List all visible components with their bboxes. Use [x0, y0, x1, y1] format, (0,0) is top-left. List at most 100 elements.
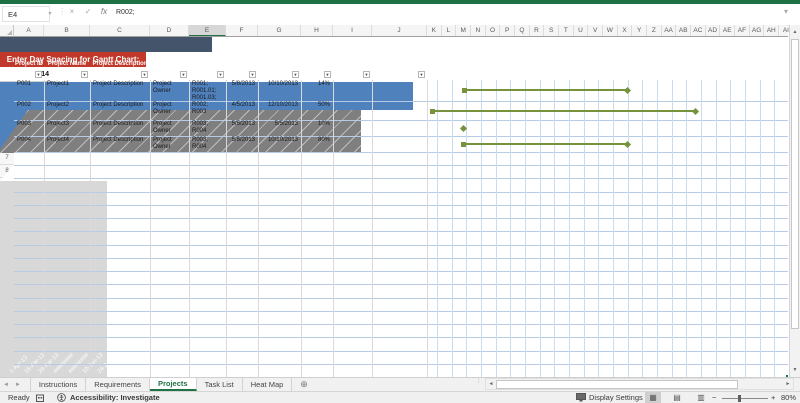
zoom-level[interactable]: 80%: [781, 392, 796, 403]
cell-D3[interactable]: Project Owner: [150, 81, 186, 100]
column-header-AD[interactable]: AD: [706, 25, 721, 36]
column-header-AF[interactable]: AF: [735, 25, 750, 36]
cell-D6[interactable]: Project Owner: [150, 137, 186, 151]
column-header-R[interactable]: R: [530, 25, 545, 36]
column-headers[interactable]: ABCDEFGHIJKLMNOPQRSTUVWXYZAAABACADAEAFAG…: [0, 25, 788, 37]
cell-F3[interactable]: 5/8/2013: [226, 81, 255, 100]
enter-icon[interactable]: ✓: [82, 7, 94, 16]
cell-A6[interactable]: P004: [14, 137, 41, 151]
horizontal-scroll-thumb[interactable]: [496, 380, 738, 389]
filter-button-F[interactable]: ▼: [249, 71, 256, 78]
formula-input[interactable]: R002;: [116, 9, 135, 16]
cell-E3[interactable]: R001; R001.01; R001.03;: [189, 81, 223, 100]
cell-D4[interactable]: Project Owner: [150, 102, 186, 119]
column-header-AH[interactable]: AH: [764, 25, 779, 36]
cell-G3[interactable]: 10/10/2013: [258, 81, 298, 100]
filter-button-J[interactable]: ▼: [418, 71, 425, 78]
cell-B3[interactable]: Project1: [44, 81, 87, 100]
column-header-X[interactable]: X: [618, 25, 633, 36]
scroll-right-icon[interactable]: ►: [784, 379, 792, 389]
column-header-N[interactable]: N: [471, 25, 486, 36]
sheet-tab-task-list[interactable]: Task List: [197, 378, 243, 391]
column-header-P[interactable]: P: [500, 25, 515, 36]
column-header-L[interactable]: L: [442, 25, 457, 36]
sheet-tab-heat-map[interactable]: Heat Map: [243, 378, 293, 391]
sheet-tab-requirements[interactable]: Requirements: [86, 378, 150, 391]
filter-button-B[interactable]: ▼: [81, 71, 88, 78]
zoom-slider-track[interactable]: [722, 398, 768, 399]
column-header-Q[interactable]: Q: [515, 25, 530, 36]
cell-G6[interactable]: 10/10/2013: [258, 137, 298, 151]
new-sheet-button[interactable]: ⊕: [292, 378, 316, 391]
tab-scroll-right-icon[interactable]: ►: [12, 378, 24, 391]
cell-G5[interactable]: 5/5/2013: [258, 121, 298, 135]
column-header-AC[interactable]: AC: [691, 25, 706, 36]
cell-C3[interactable]: Project Description: [90, 81, 147, 100]
cell-A5[interactable]: P003: [14, 121, 41, 135]
column-header-W[interactable]: W: [603, 25, 618, 36]
column-header-T[interactable]: T: [559, 25, 574, 36]
cell-G4[interactable]: 12/10/2013: [258, 102, 298, 119]
sheet-tab-projects[interactable]: Projects: [150, 378, 197, 391]
scroll-up-icon[interactable]: ▲: [790, 27, 800, 37]
gantt-end-marker-P004[interactable]: [623, 140, 630, 147]
column-header-O[interactable]: O: [486, 25, 501, 36]
cell-H4[interactable]: 50%: [301, 102, 330, 119]
accessibility-status[interactable]: Accessibility: Investigate: [70, 392, 160, 403]
cell-F6[interactable]: 5/5/2013: [226, 137, 255, 151]
sheet-tab-instructions[interactable]: Instructions: [31, 378, 86, 391]
sheet-grid[interactable]: Enter Day Spacing for Gantt Chart:141-Ap…: [0, 37, 788, 377]
column-header-AE[interactable]: AE: [720, 25, 735, 36]
formula-bar-expand-icon[interactable]: ▾: [780, 7, 792, 16]
column-header-H[interactable]: H: [301, 25, 333, 36]
page-break-view-button[interactable]: ▥: [693, 392, 709, 403]
column-header-Y[interactable]: Y: [632, 25, 647, 36]
column-header-Z[interactable]: Z: [647, 25, 662, 36]
cell-B4[interactable]: Project2: [44, 102, 87, 119]
page-layout-view-button[interactable]: ▤: [669, 392, 685, 403]
name-box[interactable]: E4: [2, 6, 50, 22]
column-header-E[interactable]: E: [189, 25, 226, 36]
cell-E4[interactable]: R002; R003: [189, 102, 223, 119]
gantt-bar-P001[interactable]: [464, 89, 627, 91]
filter-button-I[interactable]: ▼: [363, 71, 370, 78]
cell-A3[interactable]: P001: [14, 81, 41, 100]
scroll-down-icon[interactable]: ▼: [790, 365, 800, 375]
column-header-AB[interactable]: AB: [676, 25, 691, 36]
filter-button-G[interactable]: ▼: [292, 71, 299, 78]
column-header-A[interactable]: A: [14, 25, 44, 36]
cell-D5[interactable]: Project Owner: [150, 121, 186, 135]
cell-E5[interactable]: R003; R004: [189, 121, 223, 135]
select-all-button[interactable]: [0, 25, 14, 37]
filter-button-H[interactable]: ▼: [324, 71, 331, 78]
macro-record-icon[interactable]: [36, 392, 44, 403]
cell-C4[interactable]: Project Description: [90, 102, 147, 119]
cell-C6[interactable]: Project Description: [90, 137, 147, 151]
column-header-F[interactable]: F: [226, 25, 258, 36]
filter-button-E[interactable]: ▼: [217, 71, 224, 78]
zoom-in-button[interactable]: +: [771, 392, 775, 403]
gantt-end-marker-P002[interactable]: [691, 107, 698, 114]
cell-B6[interactable]: Project4: [44, 137, 87, 151]
column-header-G[interactable]: G: [258, 25, 301, 36]
gantt-bar-P004[interactable]: [463, 143, 627, 145]
gantt-start-marker-P001[interactable]: [462, 88, 467, 93]
insert-function-icon[interactable]: fx: [98, 7, 110, 16]
column-header-C[interactable]: C: [90, 25, 150, 36]
vertical-scrollbar[interactable]: ▲ ▼: [789, 25, 800, 377]
filter-button-D[interactable]: ▼: [180, 71, 187, 78]
display-settings-button[interactable]: Display Settings: [589, 392, 643, 403]
gantt-end-marker-P001[interactable]: [623, 86, 630, 93]
cell-A4[interactable]: P002: [14, 102, 41, 119]
tab-splitter-handle[interactable]: ⁞: [478, 379, 480, 385]
vertical-scroll-thumb[interactable]: [791, 39, 799, 329]
cell-F4[interactable]: 4/5/2013: [226, 102, 255, 119]
column-header-J[interactable]: J: [372, 25, 427, 36]
column-header-AA[interactable]: AA: [662, 25, 677, 36]
column-header-AG[interactable]: AG: [750, 25, 765, 36]
normal-view-button[interactable]: ▦: [645, 392, 661, 403]
tab-scroll-left-icon[interactable]: ◄: [0, 378, 12, 391]
gantt-start-marker-P004[interactable]: [461, 142, 466, 147]
filter-button-C[interactable]: ▼: [141, 71, 148, 78]
scroll-left-icon[interactable]: ◄: [487, 379, 495, 389]
